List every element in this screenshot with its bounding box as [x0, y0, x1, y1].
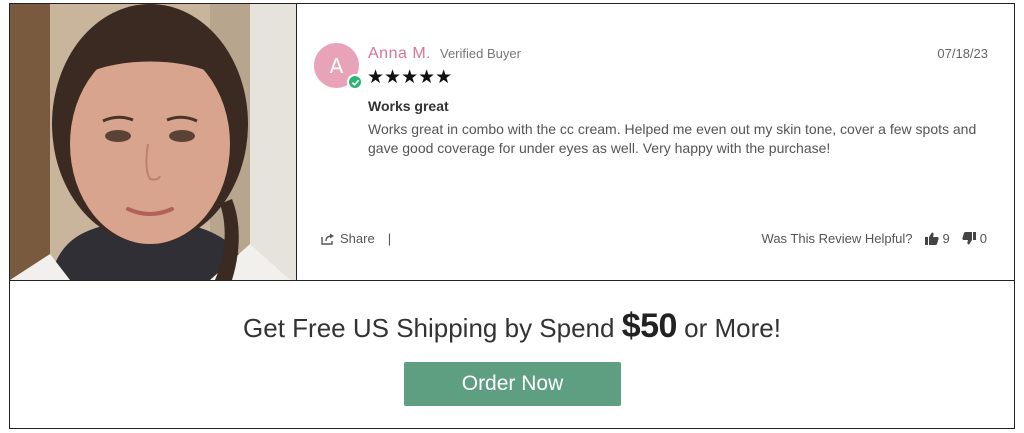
- promo-amount: $50: [621, 307, 678, 345]
- thumbs-down-icon: [962, 232, 976, 245]
- review-content: A Anna M. Verified Buyer 07/18/23 ★★★★★ …: [297, 4, 1014, 280]
- share-label: Share: [340, 231, 375, 246]
- thumbs-up-icon: [924, 232, 939, 245]
- order-now-button[interactable]: Order Now: [404, 362, 621, 406]
- upvote-count: 9: [942, 231, 950, 246]
- share-button[interactable]: Share |: [321, 231, 391, 246]
- star-rating: ★★★★★: [367, 66, 453, 88]
- promo-text-before: Get Free US Shipping by Spend: [243, 313, 622, 343]
- review-body: Works great in combo with the cc cream. …: [368, 121, 977, 156]
- review-date: 07/18/23: [937, 46, 988, 61]
- review-title: Works great: [368, 98, 449, 114]
- avatar-initial: A: [329, 53, 344, 78]
- promo-text-after: or More!: [676, 313, 781, 343]
- reviewer-avatar: A: [314, 43, 363, 90]
- reviewer-name: Anna M.: [368, 45, 432, 62]
- page-frame: A Anna M. Verified Buyer 07/18/23 ★★★★★ …: [9, 3, 1015, 429]
- promo-text: Get Free US Shipping by Spend $50 or Mor…: [10, 307, 1014, 346]
- shipping-promo: Get Free US Shipping by Spend $50 or Mor…: [10, 281, 1014, 428]
- helpful-section: Was This Review Helpful? 9 0: [762, 231, 987, 246]
- downvote-button[interactable]: 0: [962, 231, 987, 246]
- separator: |: [387, 231, 392, 246]
- verified-check-icon: [347, 74, 363, 90]
- review-photo[interactable]: [10, 4, 297, 280]
- share-icon: [321, 233, 334, 245]
- helpful-label: Was This Review Helpful?: [761, 231, 913, 246]
- verified-buyer-badge: Verified Buyer: [440, 46, 521, 61]
- upvote-button[interactable]: 9: [924, 231, 950, 246]
- reviewer-photo-image: [10, 4, 296, 280]
- review-card: A Anna M. Verified Buyer 07/18/23 ★★★★★ …: [10, 4, 1014, 281]
- downvote-count: 0: [979, 231, 987, 246]
